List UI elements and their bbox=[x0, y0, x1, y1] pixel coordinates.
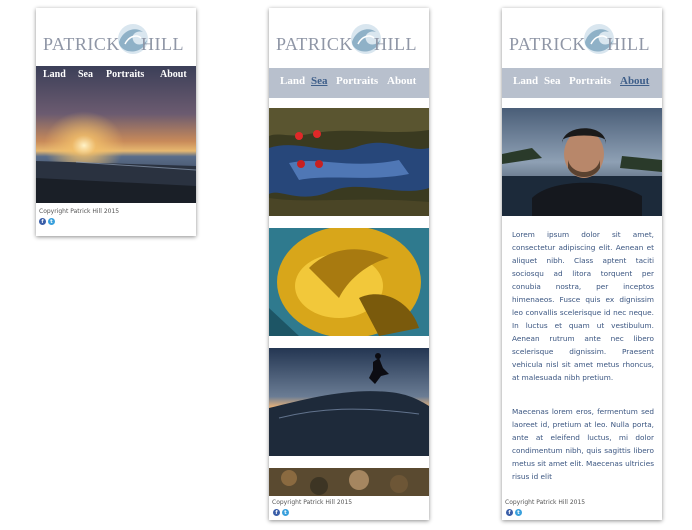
facebook-icon[interactable]: f bbox=[39, 218, 46, 225]
nav-link-sea[interactable]: Sea bbox=[311, 75, 328, 87]
logo-text-hill: HILL bbox=[374, 34, 417, 54]
main-nav: Land Sea Portraits About bbox=[502, 68, 662, 98]
copyright-text: Copyright Patrick Hill 2015 bbox=[505, 499, 586, 506]
gallery-photo-kelp[interactable] bbox=[269, 228, 429, 336]
sunset-beach-photo bbox=[36, 66, 196, 203]
twitter-icon[interactable]: t bbox=[48, 218, 55, 225]
nav-link-about[interactable]: About bbox=[160, 69, 187, 80]
phone-screen-sea: PATRICK HILL Land Sea Portraits About Co… bbox=[269, 8, 429, 520]
nav-link-portraits[interactable]: Portraits bbox=[106, 69, 144, 80]
phone-screen-about: PATRICK HILL Land Sea Portraits About Lo… bbox=[502, 8, 662, 520]
nav-link-sea[interactable]: Sea bbox=[78, 69, 93, 80]
nav-link-land[interactable]: Land bbox=[280, 75, 305, 87]
nav-link-portraits[interactable]: Portraits bbox=[569, 75, 611, 87]
logo-text-patrick: PATRICK bbox=[509, 34, 586, 54]
twitter-icon[interactable]: t bbox=[282, 509, 289, 516]
gallery-photo-surfer[interactable] bbox=[269, 348, 429, 456]
copyright-text: Copyright Patrick Hill 2015 bbox=[39, 208, 120, 215]
gallery-photo-tidepool[interactable] bbox=[269, 108, 429, 216]
twitter-icon[interactable]: t bbox=[515, 509, 522, 516]
nav-link-sea[interactable]: Sea bbox=[544, 75, 561, 87]
site-logo[interactable]: PATRICK HILL bbox=[502, 18, 662, 60]
main-nav: Land Sea Portraits About bbox=[269, 68, 429, 98]
logo-text-hill: HILL bbox=[607, 34, 650, 54]
gallery-photo-rocks[interactable] bbox=[269, 468, 429, 496]
about-paragraph-1: Lorem ipsum dolor sit amet, consectetur … bbox=[512, 230, 654, 382]
logo-text-patrick: PATRICK bbox=[43, 34, 120, 54]
nav-link-about[interactable]: About bbox=[620, 75, 649, 87]
about-paragraph-2: Maecenas lorem eros, fermentum sed laore… bbox=[512, 407, 654, 481]
nav-link-land[interactable]: Land bbox=[43, 69, 66, 80]
nav-link-portraits[interactable]: Portraits bbox=[336, 75, 378, 87]
phone-screen-home: PATRICK HILL Land Sea Portraits About Co… bbox=[36, 8, 196, 236]
main-nav: Land Sea Portraits About bbox=[36, 66, 196, 84]
nav-link-land[interactable]: Land bbox=[513, 75, 538, 87]
facebook-icon[interactable]: f bbox=[506, 509, 513, 516]
copyright-text: Copyright Patrick Hill 2015 bbox=[272, 499, 353, 506]
logo-text-patrick: PATRICK bbox=[276, 34, 353, 54]
nav-link-about[interactable]: About bbox=[387, 75, 416, 87]
facebook-icon[interactable]: f bbox=[273, 509, 280, 516]
logo-text-hill: HILL bbox=[141, 34, 184, 54]
portrait-photo bbox=[502, 108, 662, 216]
site-logo[interactable]: PATRICK HILL bbox=[36, 18, 196, 60]
site-logo[interactable]: PATRICK HILL bbox=[269, 18, 429, 60]
